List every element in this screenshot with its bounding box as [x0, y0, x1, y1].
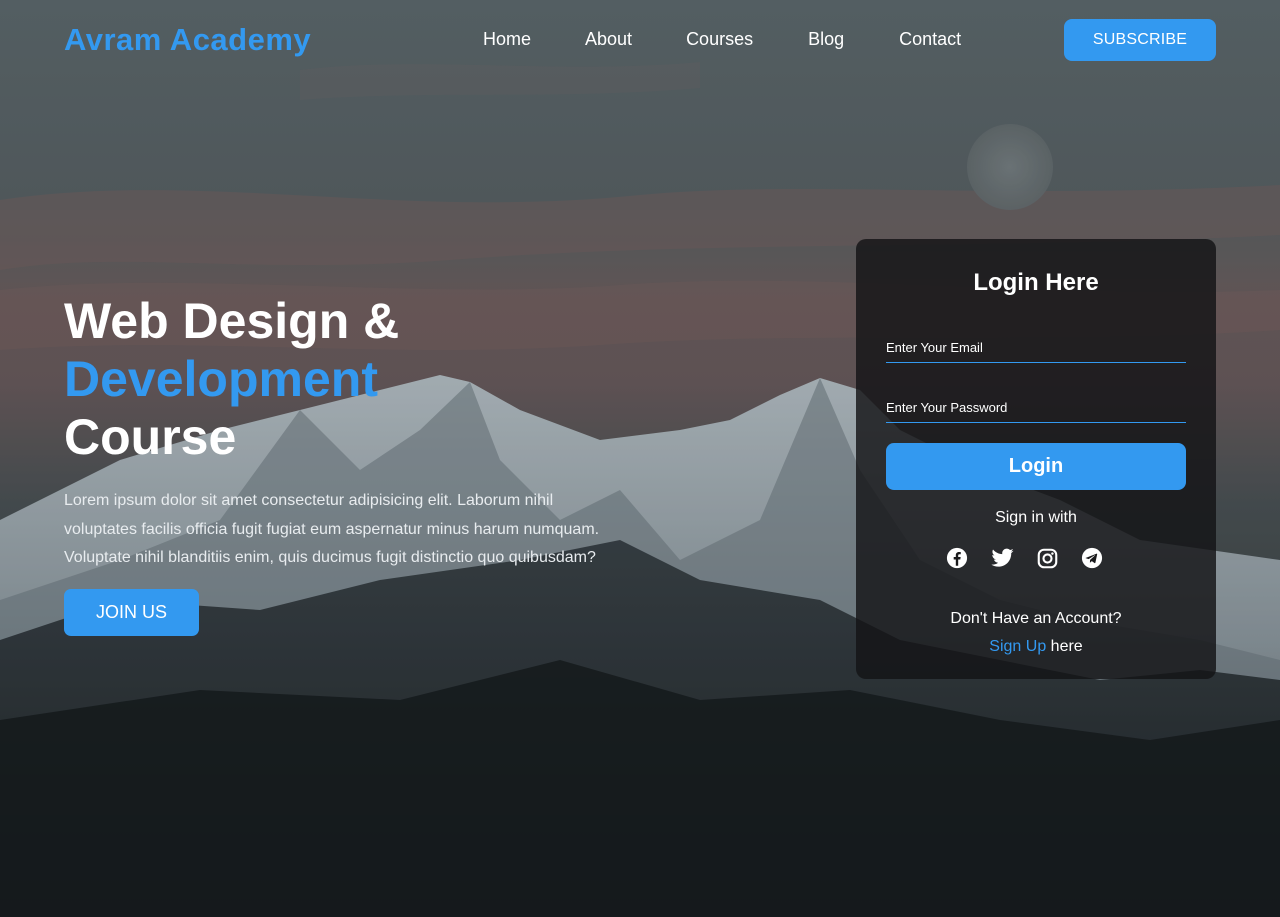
landing-page: Avram Academy Home About Courses Blog Co…: [0, 0, 1280, 917]
hero-title-line-3: Course: [64, 409, 237, 465]
nav-link-home[interactable]: Home: [483, 29, 531, 50]
nav-link-courses[interactable]: Courses: [686, 29, 753, 50]
social-login-icons: [945, 546, 1104, 570]
sign-in-with-label: Sign in with: [995, 509, 1077, 526]
brand-logo[interactable]: Avram Academy: [64, 22, 311, 58]
nav-link-blog[interactable]: Blog: [808, 29, 844, 50]
nav-link-contact[interactable]: Contact: [899, 29, 961, 50]
facebook-icon[interactable]: [945, 546, 969, 570]
main-nav: Home About Courses Blog Contact: [483, 29, 961, 50]
password-field[interactable]: [886, 392, 1186, 423]
subscribe-button[interactable]: SUBSCRIBE: [1064, 19, 1216, 61]
login-card: Login Here Login Sign in with: [856, 239, 1216, 679]
hero-paragraph: Lorem ipsum dolor sit amet consectetur a…: [64, 492, 600, 566]
join-us-button[interactable]: JOIN US: [64, 589, 199, 636]
login-title: Login Here: [973, 269, 1099, 296]
email-field[interactable]: [886, 332, 1186, 363]
nav-link-about[interactable]: About: [585, 29, 632, 50]
twitter-icon[interactable]: [990, 546, 1014, 570]
hero-title-line-1: Web Design &: [64, 293, 400, 349]
sign-up-link[interactable]: Sign Up: [989, 638, 1046, 655]
hero-title: Web Design & Development Course: [64, 292, 399, 466]
telegram-icon[interactable]: [1080, 546, 1104, 570]
instagram-icon[interactable]: [1035, 546, 1059, 570]
login-button[interactable]: Login: [886, 443, 1186, 490]
signup-line: Sign Up here: [856, 638, 1216, 656]
signup-suffix: here: [1046, 638, 1083, 655]
hero-title-line-2: Development: [64, 351, 378, 407]
no-account-text: Don't Have an Account?: [950, 610, 1122, 627]
